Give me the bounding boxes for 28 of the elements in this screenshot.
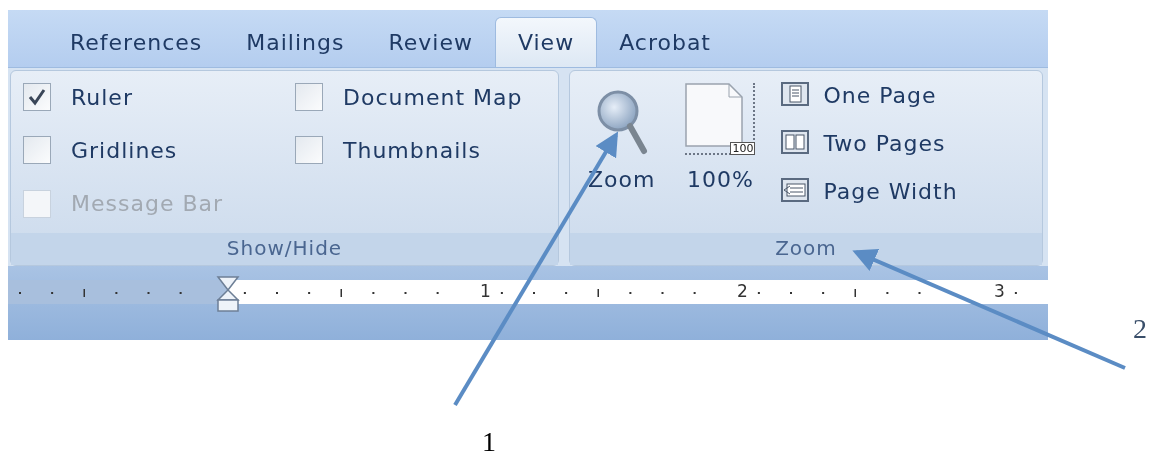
checkmark-icon bbox=[28, 88, 46, 106]
view-button[interactable]: Page Width bbox=[781, 167, 958, 215]
checkbox[interactable] bbox=[23, 136, 51, 165]
checkbox-label: Gridlines bbox=[71, 136, 178, 165]
checkbox-label: Thumbnails bbox=[343, 136, 481, 165]
checkbox[interactable] bbox=[295, 136, 324, 165]
ribbon-tab[interactable]: Mailings bbox=[224, 17, 367, 67]
two-pages-icon bbox=[781, 130, 812, 156]
view-button[interactable]: One Page bbox=[781, 71, 958, 119]
callout-number: 2 bbox=[1133, 315, 1147, 343]
page-width-icon bbox=[781, 178, 812, 204]
single-page-icon bbox=[781, 82, 812, 108]
actual-size-button[interactable]: 100 100% bbox=[677, 71, 764, 233]
ribbon-tab[interactable]: References bbox=[48, 17, 225, 67]
checkbox-label: Ruler bbox=[71, 83, 133, 112]
ribbon-tab[interactable]: Review bbox=[366, 17, 495, 67]
view-button[interactable]: Two Pages bbox=[781, 119, 958, 167]
checkbox-label: Document Map bbox=[343, 83, 523, 112]
ribbon-tab[interactable]: Acrobat bbox=[597, 17, 733, 67]
group-label: Show/Hide bbox=[11, 233, 558, 265]
callout-number: 1 bbox=[482, 428, 496, 456]
indent-marker-icon bbox=[216, 276, 240, 312]
ribbon-tab[interactable]: View bbox=[494, 17, 598, 67]
checkbox[interactable] bbox=[295, 83, 324, 111]
checkbox[interactable] bbox=[23, 83, 51, 111]
zoom-button[interactable]: Zoom bbox=[580, 71, 664, 233]
checkbox-label: Message Bar bbox=[71, 190, 224, 219]
group-label: Zoom bbox=[570, 233, 1042, 265]
